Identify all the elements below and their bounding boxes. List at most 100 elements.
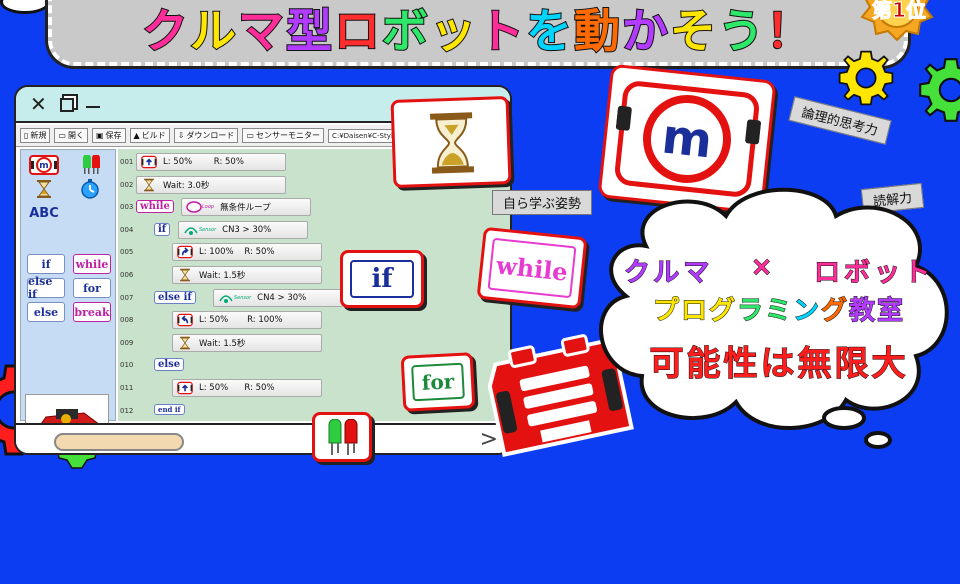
code-block-text: CN3 > 30%: [222, 224, 272, 235]
cloud-line-2-char: ミ: [764, 296, 793, 327]
banner-title-char: を: [525, 4, 574, 58]
motor-left-icon: [177, 313, 193, 327]
cloud-line-2: プログラミング教室: [614, 290, 944, 327]
sensor-label: Sensor: [234, 294, 252, 301]
cloud-line-2-char: グ: [821, 296, 850, 327]
restore-icon[interactable]: [60, 98, 74, 112]
motor-icon: [177, 381, 193, 395]
timer-block-icon[interactable]: [71, 178, 109, 200]
code-block-text: Wait: 1.5秒: [199, 271, 246, 281]
speech-bubble-tail: [0, 0, 50, 14]
code-block[interactable]: L: 50% R: 100%: [172, 311, 322, 330]
while-sticker: while: [476, 226, 588, 310]
code-block-text: CN4 > 30%: [257, 292, 307, 303]
banner-title-char: 型: [285, 4, 334, 58]
code-block[interactable]: Wait: 1.5秒: [172, 333, 322, 352]
cloud-line-1-part: ロボット: [813, 258, 934, 289]
title-banner: クルマ型ロボットを動かそう！: [48, 0, 908, 66]
keyword-while[interactable]: while: [136, 200, 174, 214]
minimize-icon[interactable]: [86, 106, 100, 108]
code-block-text: L: 50% R: 50%: [163, 157, 244, 167]
text-block-icon[interactable]: ABC: [25, 202, 63, 224]
led-block-icon[interactable]: [71, 154, 109, 176]
toolbar-button-label: 開く: [67, 131, 84, 140]
code-block[interactable]: L: 100% R: 50%: [172, 243, 322, 262]
code-block-text: L: 100% R: 50%: [199, 247, 275, 258]
loop-label: Loop: [202, 204, 215, 211]
cloud-line-2-char: 室: [877, 296, 906, 327]
while-label: while: [487, 237, 577, 299]
banner-title-char: ッ: [429, 4, 478, 58]
banner-title-char: そ: [669, 4, 718, 58]
motor-icon: [141, 155, 157, 169]
motor-block-icon[interactable]: m: [25, 154, 63, 176]
code-block[interactable]: Loop 無条件ループ: [181, 198, 311, 217]
code-block[interactable]: L: 50% R: 50%: [172, 379, 322, 397]
banner-title-char: ク: [141, 4, 190, 58]
banner-title: クルマ型ロボットを動かそう！: [52, 4, 904, 58]
for-label: for: [411, 362, 465, 402]
code-block-text: L: 50% R: 50%: [199, 383, 275, 393]
code-block[interactable]: Wait: 1.5秒: [172, 266, 322, 284]
toolbar-button-build[interactable]: ▲ ビルド: [129, 128, 170, 143]
led-icon: [328, 419, 358, 455]
banner-title-char: マ: [237, 4, 286, 58]
palette-else-button[interactable]: else: [27, 302, 65, 322]
keyword-end-if[interactable]: end if: [154, 403, 185, 415]
if-label: if: [350, 260, 414, 298]
line-number: 001: [120, 158, 134, 166]
banner-title-char: ボ: [381, 4, 430, 58]
hourglass-sticker: [390, 95, 512, 189]
ranking-badge-label: 第1位: [872, 0, 927, 23]
code-block[interactable]: L: 50% R: 50%: [136, 153, 286, 171]
block-palette: m ABC if while else if for else break: [20, 149, 116, 453]
folder-icon: ▭: [58, 131, 66, 140]
code-block[interactable]: Wait: 3.0秒: [136, 175, 286, 194]
close-icon[interactable]: ✕: [30, 93, 47, 115]
toolbar-button-label: センサーモニター: [255, 131, 320, 140]
cloud-line-1-part: クルマ: [623, 258, 714, 289]
file-icon: ▯: [24, 131, 29, 140]
line-number: 006: [120, 271, 134, 279]
cloud-line-2-char: プ: [652, 296, 681, 327]
keyword-else[interactable]: else: [154, 358, 185, 372]
banner-title-char: ロ: [333, 4, 382, 58]
toolbar-button-download[interactable]: ⇩ ダウンロード: [173, 128, 239, 143]
toolbar-button-monitor[interactable]: ▭ センサーモニター: [242, 128, 324, 143]
monitor-icon: ▭: [246, 131, 254, 140]
toolbar-button-file[interactable]: ▯ 新規: [20, 128, 51, 143]
cloud-line-3: 可能性は無限大: [649, 344, 909, 385]
toolbar-button-folder[interactable]: ▭ 開く: [54, 128, 88, 143]
palette-while-button[interactable]: while: [73, 254, 111, 274]
hourglass-block-icon[interactable]: [25, 178, 63, 200]
code-block[interactable]: Sensor CN4 > 30%: [213, 288, 343, 307]
hourglass-icon: [177, 336, 193, 350]
toolbar-button-save[interactable]: ▣ 保存: [91, 128, 126, 143]
code-block[interactable]: Sensor CN3 > 30%: [178, 220, 308, 239]
sensor-label: Sensor: [199, 226, 217, 233]
status-bar: >: [16, 423, 510, 453]
motor-right-icon: [177, 245, 193, 259]
led-sticker: [312, 412, 372, 462]
banner-title-char: ト: [477, 4, 526, 58]
palette-break-button[interactable]: break: [73, 302, 111, 322]
line-number: 002: [120, 180, 134, 189]
cloud-line-2-char: グ: [708, 296, 737, 327]
if-sticker: if: [340, 250, 424, 308]
line-number: 007: [120, 293, 134, 302]
code-block-text: Wait: 3.0秒: [163, 180, 210, 191]
hourglass-icon: [177, 268, 193, 282]
palette-else-if-button[interactable]: else if: [27, 275, 65, 301]
tag-self-learning: 自ら学ぶ姿勢: [492, 190, 593, 215]
line-number: 008: [120, 316, 134, 325]
palette-if-button[interactable]: if: [27, 254, 65, 274]
palette-for-button[interactable]: for: [73, 278, 111, 298]
banner-title-char: ！: [765, 4, 814, 58]
keyword-else-if[interactable]: else if: [154, 290, 196, 304]
toolbar-button-label: ダウンロード: [186, 131, 235, 140]
line-number: 012: [120, 406, 134, 415]
cloud-line-2-char: ン: [792, 296, 822, 327]
for-sticker: for: [400, 352, 476, 412]
keyword-if[interactable]: if: [154, 222, 171, 236]
gear-yellow-icon: [838, 50, 894, 106]
